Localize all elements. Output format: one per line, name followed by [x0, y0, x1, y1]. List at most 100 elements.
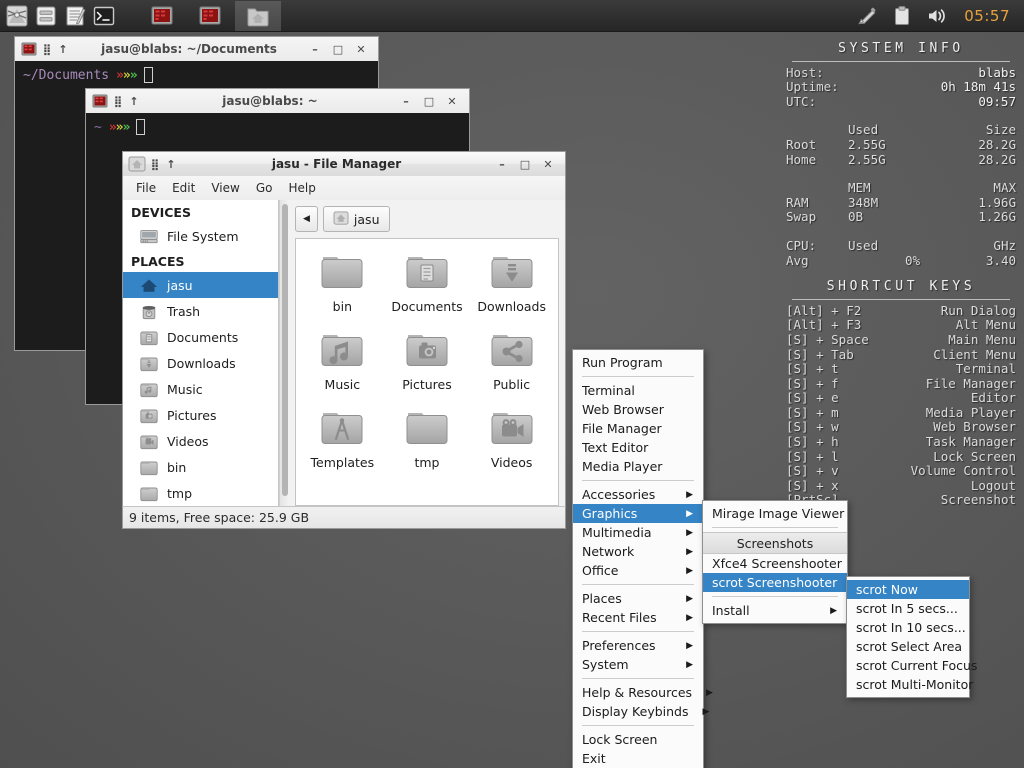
menu-item-scrot-in-5-secs[interactable]: scrot In 5 secs... [847, 599, 969, 618]
sidebar-item-downloads[interactable]: Downloads [123, 350, 278, 376]
file-item[interactable]: Pictures [385, 327, 470, 405]
menu-item-multimedia[interactable]: Multimedia ▶ [573, 523, 703, 542]
menu-item-display-keybinds[interactable]: Display Keybinds ▶ [573, 702, 709, 721]
menu-item-network[interactable]: Network ▶ [573, 542, 703, 561]
shortcut-action: Logout [970, 477, 1016, 493]
chevron-right-icon: ▶ [686, 489, 693, 500]
breadcrumb-jasu[interactable]: jasu [322, 206, 390, 232]
sidebar-scrollbar[interactable] [279, 200, 289, 506]
minimize-button[interactable]: – [307, 40, 323, 58]
scrot-submenu: scrot Now scrot In 5 secs... scrot In 10 s… [846, 576, 977, 698]
file-manager-launcher[interactable] [33, 3, 59, 29]
close-button[interactable]: ✕ [444, 92, 460, 110]
menu-item-web-browser[interactable]: Web Browser [573, 400, 703, 419]
menubar-item-go[interactable]: Go [248, 179, 281, 197]
task-file-manager[interactable] [235, 0, 281, 31]
menu-item-recent-files[interactable]: Recent Files ▶ [573, 608, 703, 627]
menu-item-scrot-now[interactable]: scrot Now [847, 580, 969, 599]
mem-header-row: MEM MAX [786, 181, 1016, 196]
panel-clock[interactable]: 05:57 [964, 7, 1010, 25]
shortcut-keys: [S] + w [786, 419, 839, 435]
menubar-item-edit[interactable]: Edit [164, 179, 203, 197]
task-terminal-documents[interactable] [139, 1, 185, 31]
menu-item-help-resources[interactable]: Help & Resources ▶ [573, 683, 713, 702]
window-shade-button[interactable]: ↑ [163, 155, 179, 173]
maximize-button[interactable]: □ [330, 40, 346, 58]
menu-item-label: Media Player [582, 459, 663, 474]
menu-item-text-editor[interactable]: Text Editor [573, 438, 703, 457]
menu-item-scrot-in-10-secs[interactable]: scrot In 10 secs... [847, 618, 969, 637]
file-item[interactable]: bin [300, 249, 385, 327]
minimize-button[interactable]: – [398, 92, 414, 110]
file-item[interactable]: tmp [385, 405, 470, 483]
file-manager-window[interactable]: ⣿ ↑ jasu - File Manager – □ ✕ File Edit Vi… [122, 151, 566, 529]
maximize-button[interactable]: □ [421, 92, 437, 110]
menu-item-scrot-current-focus[interactable]: scrot Current Focus [847, 656, 977, 675]
sidebar-item-tmp[interactable]: tmp [123, 480, 278, 506]
close-button[interactable]: ✕ [353, 40, 369, 58]
file-item[interactable]: Public [469, 327, 554, 405]
sidebar-item-label: Videos [167, 433, 209, 449]
menu-item-lock-screen[interactable]: Lock Screen [573, 730, 703, 749]
menubar-item-view[interactable]: View [203, 179, 247, 197]
window-menu-button[interactable]: ⣿ [147, 155, 163, 173]
sidebar-item-trash[interactable]: Trash [123, 298, 278, 324]
menu-item-media-player[interactable]: Media Player [573, 457, 703, 476]
menu-item-exit[interactable]: Exit [573, 749, 703, 768]
menu-item-run-program[interactable]: Run Program [573, 353, 703, 372]
menu-item-graphics[interactable]: Graphics ▶ [573, 504, 703, 523]
window-menu-button[interactable]: ⣿ [39, 40, 55, 58]
volume-tray-icon[interactable] [926, 5, 950, 27]
sidebar-item-file-system[interactable]: File System [123, 223, 278, 249]
titlebar[interactable]: ⣿ ↑ jasu - File Manager – □ ✕ [122, 151, 566, 176]
menu-item-label: Multimedia [582, 525, 652, 540]
file-item[interactable]: Music [300, 327, 385, 405]
file-item[interactable]: Templates [300, 405, 385, 483]
shortcut-keys: [S] + x [786, 477, 839, 493]
menu-item-accessories[interactable]: Accessories ▶ [573, 485, 703, 504]
sidebar-item-bin[interactable]: bin [123, 454, 278, 480]
minimize-button[interactable]: – [494, 155, 510, 173]
window-menu-button[interactable]: ⣿ [110, 92, 126, 110]
menu-item-install[interactable]: Install ▶ [703, 601, 847, 620]
menu-item-mirage-image-viewer[interactable]: Mirage Image Viewer [703, 504, 847, 523]
task-terminal-home[interactable] [187, 1, 233, 31]
menu-item-office[interactable]: Office ▶ [573, 561, 703, 580]
menu-item-label: Mirage Image Viewer [712, 506, 845, 521]
file-item[interactable]: Videos [469, 405, 554, 483]
sidebar-item-videos[interactable]: Videos [123, 428, 278, 454]
templates-folder-icon [318, 405, 366, 450]
terminal-launcher[interactable] [91, 3, 117, 29]
close-button[interactable]: ✕ [540, 155, 556, 173]
menu-item-label: Places [582, 591, 622, 606]
sidebar-item-pictures[interactable]: Pictures [123, 402, 278, 428]
text-editor-launcher[interactable] [62, 3, 88, 29]
menu-item-scrot-select-area[interactable]: scrot Select Area [847, 637, 969, 656]
screenshot-tray-icon[interactable] [856, 5, 878, 27]
maximize-button[interactable]: □ [517, 155, 533, 173]
titlebar[interactable]: ⣿ ↑ jasu@blabs: ~ – □ ✕ [85, 88, 470, 113]
menubar-item-help[interactable]: Help [280, 179, 323, 197]
app-finder-launcher[interactable] [4, 3, 30, 29]
menu-item-xfce4-screenshooter[interactable]: Xfce4 Screenshooter [703, 554, 847, 573]
sidebar-item-jasu[interactable]: jasu [123, 272, 278, 298]
menu-item-file-manager[interactable]: File Manager [573, 419, 703, 438]
menubar-item-file[interactable]: File [128, 179, 164, 197]
menu-item-scrot-multi-monitor[interactable]: scrot Multi-Monitor [847, 675, 973, 694]
menu-separator [582, 584, 694, 585]
back-button[interactable]: ◀ [295, 206, 318, 232]
file-item[interactable]: Downloads [469, 249, 554, 327]
titlebar[interactable]: ⣿ ↑ jasu@blabs: ~/Documents – □ ✕ [14, 36, 379, 61]
sidebar-item-documents[interactable]: Documents [123, 324, 278, 350]
window-shade-button[interactable]: ↑ [55, 40, 71, 58]
file-item[interactable]: Documents [385, 249, 470, 327]
sidebar-item-music[interactable]: Music [123, 376, 278, 402]
menu-item-places[interactable]: Places ▶ [573, 589, 703, 608]
clipboard-tray-icon[interactable] [892, 5, 912, 27]
chevron-right-icon: ▶ [830, 605, 837, 616]
menu-item-scrot-screenshooter[interactable]: scrot Screenshooter▶ [703, 573, 858, 592]
menu-item-preferences[interactable]: Preferences ▶ [573, 636, 703, 655]
menu-item-system[interactable]: System ▶ [573, 655, 703, 674]
menu-item-terminal[interactable]: Terminal [573, 381, 703, 400]
window-shade-button[interactable]: ↑ [126, 92, 142, 110]
